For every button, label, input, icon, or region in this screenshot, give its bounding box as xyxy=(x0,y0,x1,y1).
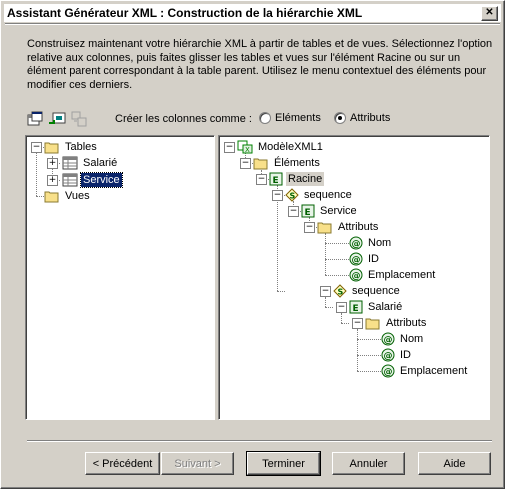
properties-icon[interactable] xyxy=(26,110,44,128)
tree-node-nom-1[interactable]: @ Nom xyxy=(349,235,393,251)
attribute-icon: @ xyxy=(381,364,395,378)
svg-text:S: S xyxy=(338,288,344,297)
radio-elements[interactable]: Eléments xyxy=(259,112,321,124)
folder-open-icon xyxy=(365,318,380,330)
service-expand-toggle[interactable]: + xyxy=(47,175,58,186)
columns-as-label: Créer les colonnes comme : xyxy=(115,113,252,125)
table-icon xyxy=(62,156,78,170)
sequence1-collapse-toggle[interactable]: − xyxy=(272,190,283,201)
footer-separator xyxy=(27,440,492,442)
title-bar: Assistant Générateur XML : Construction … xyxy=(4,4,501,22)
cancel-button[interactable]: Annuler xyxy=(332,452,405,475)
element-icon: E xyxy=(349,300,363,314)
sequence-icon: S xyxy=(285,188,299,202)
tree-node-service[interactable]: Service xyxy=(62,172,123,188)
svg-text:@: @ xyxy=(352,272,361,282)
folder-icon xyxy=(44,191,59,203)
folder-open-icon xyxy=(44,142,59,154)
tables-collapse-toggle[interactable]: − xyxy=(31,142,42,153)
finish-button[interactable]: Terminer xyxy=(246,451,321,476)
xml-model-icon: X xyxy=(237,140,253,154)
tree-node-service[interactable]: E Service xyxy=(301,203,359,219)
tree-node-attributs-1[interactable]: Attributs xyxy=(317,219,380,235)
add-element-icon[interactable] xyxy=(48,110,66,128)
attribute-icon: @ xyxy=(349,252,363,266)
add-column-icon xyxy=(70,110,88,128)
svg-text:@: @ xyxy=(352,256,361,266)
salarie-expand-toggle[interactable]: + xyxy=(47,158,58,169)
svg-text:@: @ xyxy=(384,368,393,378)
attribute-icon: @ xyxy=(349,236,363,250)
svg-text:E: E xyxy=(305,208,311,218)
tree-node-id-1[interactable]: @ ID xyxy=(349,251,381,267)
tree-node-elements[interactable]: Éléments xyxy=(253,155,322,171)
tree-node-emplacement-2[interactable]: @ Emplacement xyxy=(381,363,469,379)
radio-attributes[interactable]: Attributs xyxy=(334,112,390,124)
svg-text:@: @ xyxy=(384,352,393,362)
tree-node-nom-2[interactable]: @ Nom xyxy=(381,331,425,347)
racine-collapse-toggle[interactable]: − xyxy=(256,174,267,185)
svg-text:S: S xyxy=(290,192,296,201)
tree-node-model[interactable]: X ModèleXML1 xyxy=(237,139,325,155)
tree-node-salarie[interactable]: E Salarié xyxy=(349,299,404,315)
sequence-icon: S xyxy=(333,284,347,298)
service-collapse-toggle[interactable]: − xyxy=(288,206,299,217)
svg-text:X: X xyxy=(245,146,250,154)
wizard-window: Assistant Générateur XML : Construction … xyxy=(0,0,505,489)
help-button[interactable]: Aide xyxy=(418,452,491,475)
previous-button[interactable]: < Précédent xyxy=(85,452,160,475)
next-button: Suivant > xyxy=(161,452,234,475)
tree-node-sequence-1[interactable]: S sequence xyxy=(285,187,354,203)
radio-attributes-label: Attributs xyxy=(350,112,391,124)
svg-text:@: @ xyxy=(384,336,393,346)
tree-node-tables[interactable]: Tables xyxy=(44,139,99,155)
radio-elements-label: Eléments xyxy=(275,112,321,124)
toolbar xyxy=(26,109,88,129)
attribute-icon: @ xyxy=(381,348,395,362)
close-button[interactable]: ✕ xyxy=(481,5,498,21)
svg-text:E: E xyxy=(273,176,279,186)
tree-node-salarie[interactable]: Salarié xyxy=(62,155,119,171)
xml-hierarchy-tree-panel[interactable]: − − − − − − − − − X ModèleXML1 Éléments … xyxy=(218,135,490,420)
tree-node-vues[interactable]: Vues xyxy=(44,188,92,204)
attribute-icon: @ xyxy=(349,268,363,282)
svg-text:@: @ xyxy=(352,240,361,250)
tree-node-id-2[interactable]: @ ID xyxy=(381,347,413,363)
table-icon xyxy=(62,173,78,187)
attributs2-collapse-toggle[interactable]: − xyxy=(352,318,363,329)
elements-collapse-toggle[interactable]: − xyxy=(240,158,251,169)
salarie-collapse-toggle[interactable]: − xyxy=(336,302,347,313)
folder-open-icon xyxy=(253,158,268,170)
sequence2-collapse-toggle[interactable]: − xyxy=(320,286,331,297)
tree-node-emplacement-1[interactable]: @ Emplacement xyxy=(349,267,437,283)
tree-node-racine[interactable]: E Racine xyxy=(269,171,325,187)
header-separator xyxy=(5,23,500,25)
folder-open-icon xyxy=(317,222,332,234)
element-icon: E xyxy=(301,204,315,218)
radio-attributes-button[interactable] xyxy=(334,112,346,124)
attribute-icon: @ xyxy=(381,332,395,346)
radio-elements-button[interactable] xyxy=(259,112,271,124)
element-icon: E xyxy=(269,172,283,186)
window-title: Assistant Générateur XML : Construction … xyxy=(7,6,363,20)
tree-node-attributs-2[interactable]: Attributs xyxy=(365,315,428,331)
tree-node-sequence-2[interactable]: S sequence xyxy=(333,283,402,299)
instructions-text: Construisez maintenant votre hiérarchie … xyxy=(27,38,493,91)
svg-text:E: E xyxy=(353,304,359,314)
model-collapse-toggle[interactable]: − xyxy=(224,142,235,153)
attributs1-collapse-toggle[interactable]: − xyxy=(304,222,315,233)
tables-tree-panel[interactable]: − + + Tables Salarié Service Vues xyxy=(25,135,215,420)
